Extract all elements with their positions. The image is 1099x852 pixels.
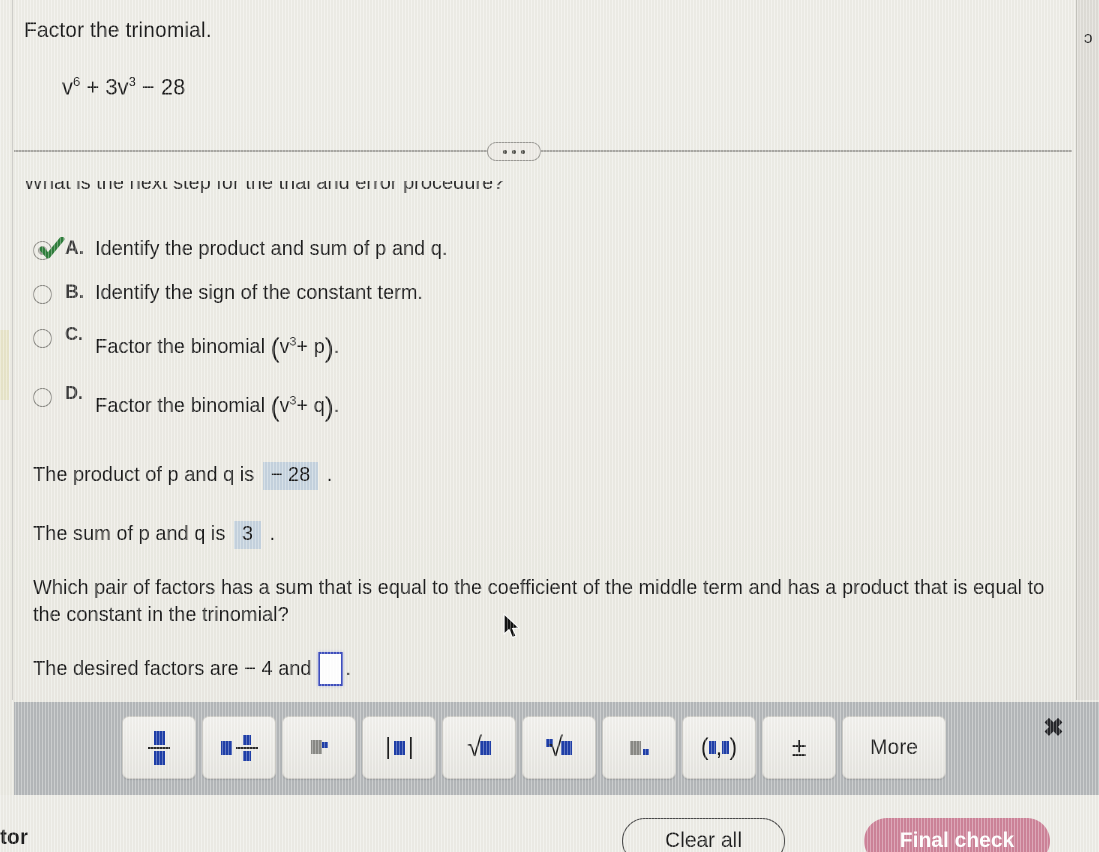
- checkmark-icon: [39, 237, 65, 259]
- square-root-button[interactable]: √: [442, 716, 516, 779]
- product-statement: The product of p and q is − 28 .: [33, 462, 332, 490]
- sub-question-clipped: What is the next step for the trial and …: [24, 181, 664, 197]
- option-d-label: Factor the binomial (v3+ q).: [95, 392, 339, 423]
- option-c-label: Factor the binomial (v3+ p).: [95, 333, 339, 364]
- sum-statement-prefix: The sum of p and q is: [33, 523, 226, 545]
- mouse-cursor-icon: [503, 613, 521, 639]
- clear-all-button[interactable]: Clear all: [622, 818, 785, 852]
- desired-factors-prefix: The desired factors are: [33, 657, 239, 680]
- ordered-pair-button[interactable]: (,): [682, 716, 756, 779]
- fraction-button[interactable]: [122, 716, 196, 779]
- option-c-tail: + p: [296, 336, 325, 358]
- option-c-math: (v3+ p).: [271, 333, 340, 363]
- product-statement-prefix: The product of p and q is: [33, 464, 255, 486]
- mixed-number-icon: [220, 734, 258, 761]
- more-options-dots-icon[interactable]: [487, 142, 541, 161]
- desired-factors-suffix: .: [345, 657, 352, 680]
- sum-answer-box[interactable]: 3: [233, 521, 262, 549]
- option-b-letter: B.: [65, 282, 84, 303]
- problem-content: Factor the trinomial. v6 + 3v3 − 28 What…: [0, 0, 1076, 700]
- product-statement-suffix: .: [326, 464, 333, 486]
- desired-factors-known: − 4 and: [244, 657, 312, 680]
- more-button[interactable]: More: [842, 716, 946, 779]
- subscript-button[interactable]: [602, 716, 676, 779]
- expression-exponent-1: 6: [73, 74, 81, 89]
- option-c-text: Factor the binomial: [95, 336, 266, 358]
- trinomial-expression: v6 + 3v3 − 28: [62, 74, 185, 100]
- math-buttons-row: √ √ (,) ± More: [122, 716, 946, 779]
- option-b-label: Identify the sign of the constant term.: [95, 282, 423, 304]
- expression-variable-1: v: [62, 74, 73, 100]
- option-b[interactable]: B. Identify the sign of the constant ter…: [33, 282, 933, 305]
- nth-root-button[interactable]: √: [522, 716, 596, 779]
- ordered-pair-icon: (,): [700, 733, 738, 761]
- final-check-button[interactable]: Final check: [864, 818, 1050, 852]
- option-c-letter: C.: [65, 324, 83, 344]
- right-gutter: [1077, 0, 1099, 700]
- exponent-button[interactable]: [282, 716, 356, 779]
- close-icon[interactable]: ✖: [1043, 716, 1064, 741]
- question-text: Which pair of factors has a sum that is …: [33, 577, 1045, 626]
- plus-minus-icon: ±: [791, 732, 807, 762]
- square-root-icon: √: [467, 732, 491, 763]
- option-c-close-paren: ): [324, 333, 334, 363]
- option-d-close-paren: ): [324, 392, 334, 422]
- option-d[interactable]: D. Factor the binomial (v3+ q).: [33, 383, 933, 423]
- sub-question-text: What is the next step for the trial and …: [24, 181, 505, 194]
- expression-middle-term: + 3v: [86, 74, 129, 100]
- option-a-label: Identify the product and sum of p and q.: [95, 238, 448, 260]
- option-d-var: v: [279, 395, 290, 417]
- corner-glyph: ɔ: [1084, 28, 1093, 47]
- option-a[interactable]: A. Identify the product and sum of p and…: [33, 237, 933, 261]
- answer-input-box[interactable]: [317, 652, 343, 686]
- absolute-value-icon: [386, 736, 412, 759]
- option-d-math: (v3+ q).: [271, 392, 340, 422]
- option-d-tail: + q: [296, 395, 325, 417]
- expression-constant: − 28: [141, 74, 186, 100]
- calculator-label[interactable]: tor: [0, 826, 28, 850]
- nth-root-icon: √: [546, 732, 572, 763]
- option-c[interactable]: C. Factor the binomial (v3+ p).: [33, 324, 933, 364]
- sum-statement: The sum of p and q is 3 .: [33, 521, 275, 549]
- option-d-period: .: [333, 395, 340, 417]
- option-a-letter: A.: [65, 238, 84, 259]
- mixed-number-button[interactable]: [202, 716, 276, 779]
- screenshot-root: ɔ Factor the trinomial. v6 + 3v3 − 28 Wh…: [0, 0, 1099, 852]
- option-d-open-paren: (: [270, 392, 280, 422]
- absolute-value-button[interactable]: [362, 716, 436, 779]
- fraction-icon: [148, 730, 170, 765]
- answer-options: A. Identify the product and sum of p and…: [33, 237, 933, 444]
- plus-minus-button[interactable]: ±: [762, 716, 836, 779]
- math-keyboard-toolbar: √ √ (,) ± More: [14, 702, 1099, 795]
- page-title: Factor the trinomial.: [24, 19, 212, 42]
- sum-statement-suffix: .: [269, 523, 276, 545]
- exponent-icon: [310, 736, 328, 759]
- desired-factors-line: The desired factors are − 4 and .: [33, 652, 351, 686]
- radio-option-a[interactable]: [33, 237, 65, 260]
- option-d-text: Factor the binomial: [95, 395, 266, 417]
- option-c-open-paren: (: [270, 333, 280, 363]
- right-window-rule: [1076, 0, 1077, 700]
- radio-option-c[interactable]: [33, 329, 52, 348]
- radio-option-b[interactable]: [33, 285, 52, 304]
- option-d-letter: D.: [65, 383, 83, 403]
- product-answer-box[interactable]: − 28: [262, 462, 319, 490]
- section-divider: [14, 150, 1072, 152]
- option-c-var: v: [279, 336, 290, 358]
- subscript-icon: [629, 740, 649, 755]
- option-c-period: .: [333, 336, 340, 358]
- expression-exponent-2: 3: [128, 74, 136, 89]
- radio-option-d[interactable]: [33, 388, 52, 407]
